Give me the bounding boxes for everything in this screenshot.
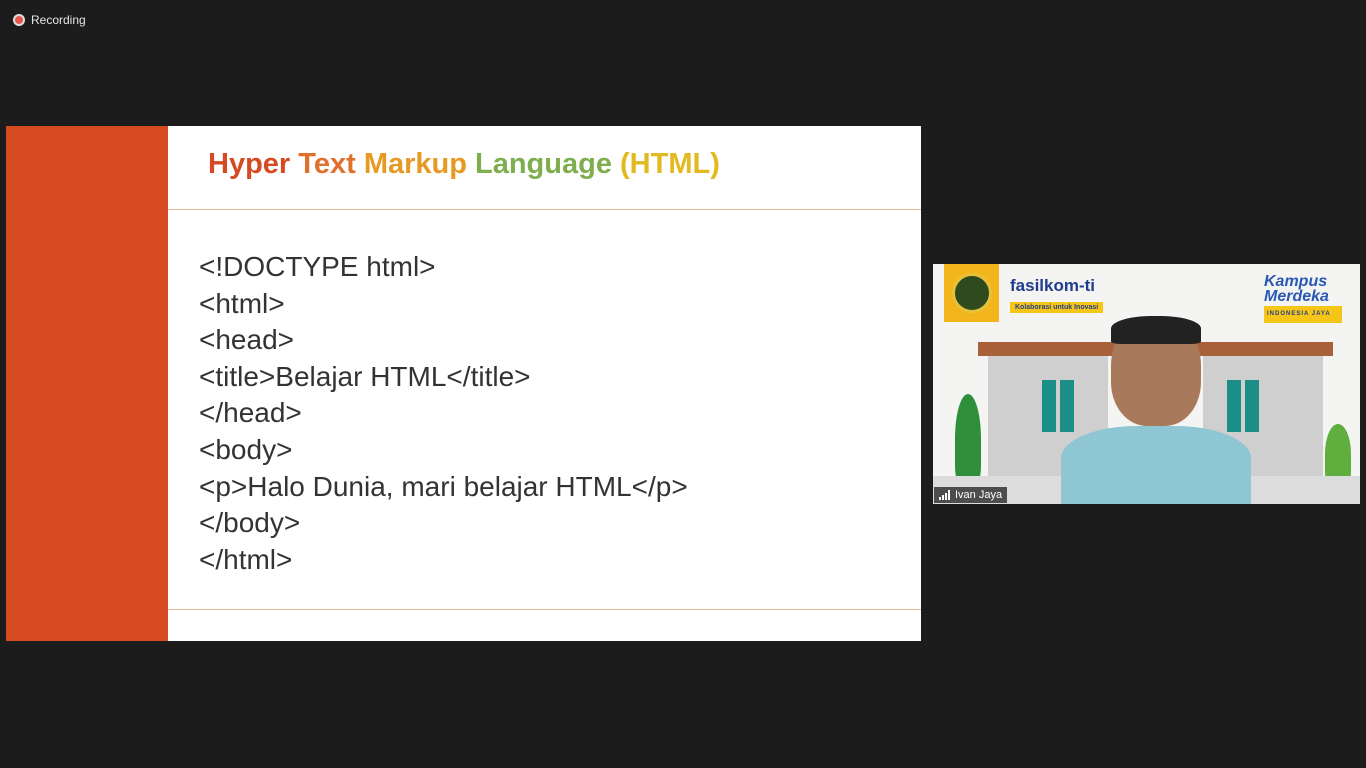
code-line: <p>Halo Dunia, mari belajar HTML</p>: [199, 470, 688, 502]
code-line: <head>: [199, 324, 294, 356]
code-line: </head>: [199, 397, 302, 429]
tree-left: [955, 394, 981, 484]
footer-divider: [168, 609, 921, 610]
participant-name: Ivan Jaya: [955, 489, 1003, 501]
university-logo: [944, 264, 999, 322]
code-line: </body>: [199, 507, 301, 539]
kampus-line2: Merdeka: [1264, 288, 1329, 305]
code-line: <title>Belajar HTML</title>: [199, 360, 531, 392]
title-word: Language: [475, 148, 621, 180]
code-line: </html>: [199, 543, 293, 575]
recording-indicator[interactable]: Recording: [13, 13, 86, 27]
participant-name-tag: Ivan Jaya: [934, 487, 1008, 503]
code-line: <!DOCTYPE html>: [199, 251, 436, 282]
title-word: Markup: [363, 148, 475, 180]
code-block: <!DOCTYPE html> <html> <head> <title>Belaja…: [199, 249, 688, 578]
shared-screen-slide: Hyper Text Markup Language (HTML) <!DOCT…: [6, 126, 921, 641]
fasilkom-logo-text: fasilkom-ti: [1010, 276, 1096, 295]
code-line: <body>: [199, 433, 293, 465]
slide-accent-bar: [6, 126, 168, 641]
fasilkom-logo: fasilkom-ti Kolaborasi untuk Inovasi: [1010, 276, 1104, 314]
fasilkom-tagline: Kolaborasi untuk Inovasi: [1010, 302, 1104, 313]
seal-icon: [951, 273, 992, 313]
slide-title: Hyper Text Markup Language (HTML): [208, 148, 720, 181]
recording-label: Recording: [31, 13, 86, 27]
participant-video-tile[interactable]: fasilkom-ti Kolaborasi untuk Inovasi Kam…: [933, 264, 1360, 504]
kampus-sub: INDONESIA JAYA: [1264, 306, 1342, 323]
title-word: Hyper: [208, 148, 299, 180]
title-word: (HTML): [620, 148, 720, 180]
title-word: Text: [298, 148, 364, 180]
title-divider: [168, 209, 921, 210]
signal-strength-icon: [939, 490, 950, 500]
tree-right: [1325, 424, 1351, 484]
participant-person: [1061, 316, 1251, 504]
kampus-merdeka-logo: Kampus Merdeka INDONESIA JAYA: [1264, 274, 1342, 323]
code-line: <html>: [199, 287, 285, 319]
record-icon: [13, 14, 25, 26]
